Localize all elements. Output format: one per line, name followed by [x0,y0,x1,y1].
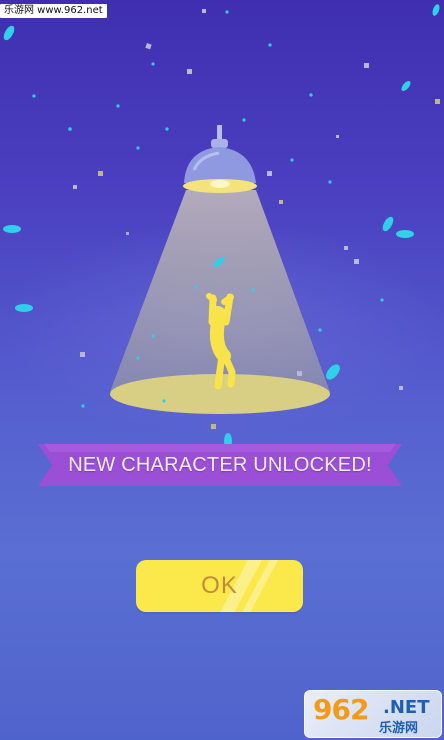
unlock-banner: NEW CHARACTER UNLOCKED! [38,440,402,490]
unlock-banner-text: NEW CHARACTER UNLOCKED! [68,453,372,476]
watermark-cn: 乐游网 [379,721,419,736]
watermark-number: 962 [313,693,369,726]
ok-button-label: OK [201,572,238,599]
ok-button[interactable]: OK [136,560,303,612]
watermark-logo: 962 .NET 乐游网 [304,690,442,738]
ceiling-lamp-icon [183,125,257,193]
watermark-suffix: .NET [383,697,430,718]
